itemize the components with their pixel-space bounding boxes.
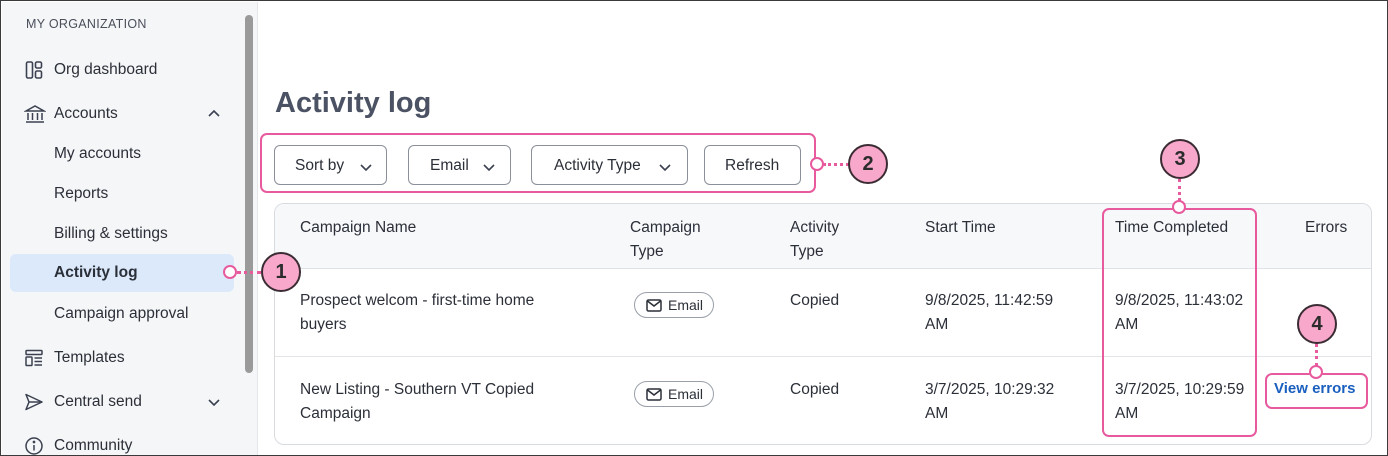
activity-table: Campaign Name Campaign Type Activity Typ… — [274, 203, 1372, 445]
sidebar-item-label: Campaign approval — [54, 305, 189, 322]
sidebar-item-community[interactable]: Community — [10, 427, 234, 455]
cell-line: AM — [925, 316, 949, 333]
view-errors-link[interactable]: View errors — [1274, 380, 1355, 397]
time-completed-cell: 3/7/2025, 10:29:59 AM — [1115, 378, 1244, 426]
sidebar-item-billing-settings[interactable]: Billing & settings — [10, 215, 234, 253]
sidebar-item-label: Central send — [54, 393, 142, 410]
sidebar-item-org-dashboard[interactable]: Org dashboard — [10, 51, 234, 89]
sidebar-item-label: Billing & settings — [54, 225, 168, 242]
page-title: Activity log — [275, 87, 432, 119]
sidebar-item-templates[interactable]: Templates — [10, 339, 234, 377]
sidebar-item-activity-log[interactable]: Activity log — [10, 254, 234, 292]
sidebar-item-accounts[interactable]: Accounts — [10, 95, 234, 133]
grid-icon — [24, 60, 44, 80]
campaign-name-cell[interactable]: Prospect welcom - first-time home buyers — [300, 289, 534, 337]
email-type-chip: Email — [634, 292, 714, 318]
cell-line: AM — [1115, 316, 1139, 333]
email-filter-label: Email — [430, 157, 469, 174]
activity-type-cell: Copied — [790, 292, 840, 309]
cell-line: Campaign — [300, 405, 371, 422]
bank-icon — [23, 104, 47, 124]
sidebar-item-label: Templates — [54, 349, 125, 366]
callout-connector — [1178, 179, 1181, 201]
cell-line: 3/7/2025, 10:29:32 — [925, 381, 1055, 398]
cell-line: New Listing - Southern VT Copied — [300, 381, 535, 398]
column-header-campaign-type[interactable]: Campaign Type — [630, 216, 701, 264]
callout-anchor-dot — [223, 265, 237, 279]
sidebar-item-label: Activity log — [54, 264, 138, 281]
activity-type-cell: Copied — [790, 381, 840, 398]
activity-type-label: Activity Type — [554, 157, 641, 174]
envelope-icon — [646, 388, 662, 401]
callout-anchor-dot — [810, 157, 824, 171]
column-header-time-completed[interactable]: Time Completed — [1115, 216, 1228, 240]
chevron-down-icon — [360, 164, 372, 172]
callout-connector — [1315, 343, 1318, 367]
app-window: MY ORGANIZATION Org dashboard Accounts M… — [0, 0, 1388, 456]
callout-badge-4: 4 — [1297, 304, 1337, 344]
scrollbar-thumb[interactable] — [245, 15, 253, 373]
cell-line: buyers — [300, 316, 347, 333]
column-header-line: Type — [630, 243, 664, 260]
sidebar-item-label: Accounts — [54, 105, 118, 122]
sidebar-item-label: Reports — [54, 185, 109, 202]
column-header-line: Campaign — [630, 219, 701, 236]
callout-anchor-dot — [1309, 365, 1323, 379]
sidebar: MY ORGANIZATION Org dashboard Accounts M… — [2, 2, 242, 455]
callout-badge-1: 1 — [261, 252, 301, 292]
sort-by-dropdown[interactable]: Sort by — [274, 145, 387, 185]
column-header-line: Activity — [790, 219, 840, 236]
sidebar-item-label: Community — [54, 437, 133, 454]
email-type-chip: Email — [634, 381, 714, 407]
cell-line: AM — [1115, 405, 1139, 422]
callout-anchor-dot — [1172, 200, 1186, 214]
column-header-errors[interactable]: Errors — [1305, 216, 1347, 240]
info-icon — [24, 436, 44, 455]
send-icon — [24, 392, 44, 412]
campaign-name-cell[interactable]: New Listing - Southern VT Copied Campaig… — [300, 378, 534, 426]
sidebar-item-label: My accounts — [54, 145, 142, 162]
envelope-icon — [646, 299, 662, 312]
cell-line: 9/8/2025, 11:43:02 — [1115, 292, 1244, 309]
callout-badge-3: 3 — [1160, 139, 1200, 179]
sidebar-item-central-send[interactable]: Central send — [10, 383, 234, 421]
cell-line: 3/7/2025, 10:29:59 — [1115, 381, 1245, 398]
email-dropdown[interactable]: Email — [408, 145, 511, 185]
cell-line: Prospect welcom - first-time home — [300, 292, 535, 309]
table-header: Campaign Name Campaign Type Activity Typ… — [275, 204, 1371, 269]
column-header-line: Type — [790, 243, 824, 260]
column-header-start-time[interactable]: Start Time — [925, 216, 996, 240]
time-completed-cell: 9/8/2025, 11:43:02 AM — [1115, 289, 1243, 337]
refresh-button[interactable]: Refresh — [704, 145, 801, 185]
chip-label: Email — [668, 386, 704, 402]
chevron-down-icon — [659, 164, 671, 172]
template-icon — [24, 348, 44, 368]
start-time-cell: 3/7/2025, 10:29:32 AM — [925, 378, 1054, 426]
sidebar-item-reports[interactable]: Reports — [10, 175, 234, 213]
sidebar-item-my-accounts[interactable]: My accounts — [10, 135, 234, 173]
start-time-cell: 9/8/2025, 11:42:59 AM — [925, 289, 1053, 337]
sidebar-item-campaign-approval[interactable]: Campaign approval — [10, 295, 234, 333]
callout-connector — [237, 271, 261, 274]
callout-badge-2: 2 — [848, 144, 888, 184]
sidebar-item-label: Org dashboard — [54, 61, 158, 78]
chevron-down-icon — [483, 164, 495, 172]
activity-type-dropdown[interactable]: Activity Type — [531, 145, 688, 185]
chip-label: Email — [668, 297, 704, 313]
sort-by-label: Sort by — [295, 157, 345, 174]
column-header-campaign-name[interactable]: Campaign Name — [300, 216, 416, 240]
chevron-up-icon[interactable] — [206, 106, 222, 122]
sidebar-heading: MY ORGANIZATION — [26, 17, 147, 31]
refresh-label: Refresh — [725, 157, 780, 174]
callout-connector — [823, 163, 849, 166]
row-divider — [275, 356, 1371, 357]
column-header-activity-type[interactable]: Activity Type — [790, 216, 839, 264]
cell-line: AM — [925, 405, 949, 422]
chevron-down-icon[interactable] — [206, 394, 222, 410]
cell-line: 9/8/2025, 11:42:59 — [925, 292, 1054, 309]
